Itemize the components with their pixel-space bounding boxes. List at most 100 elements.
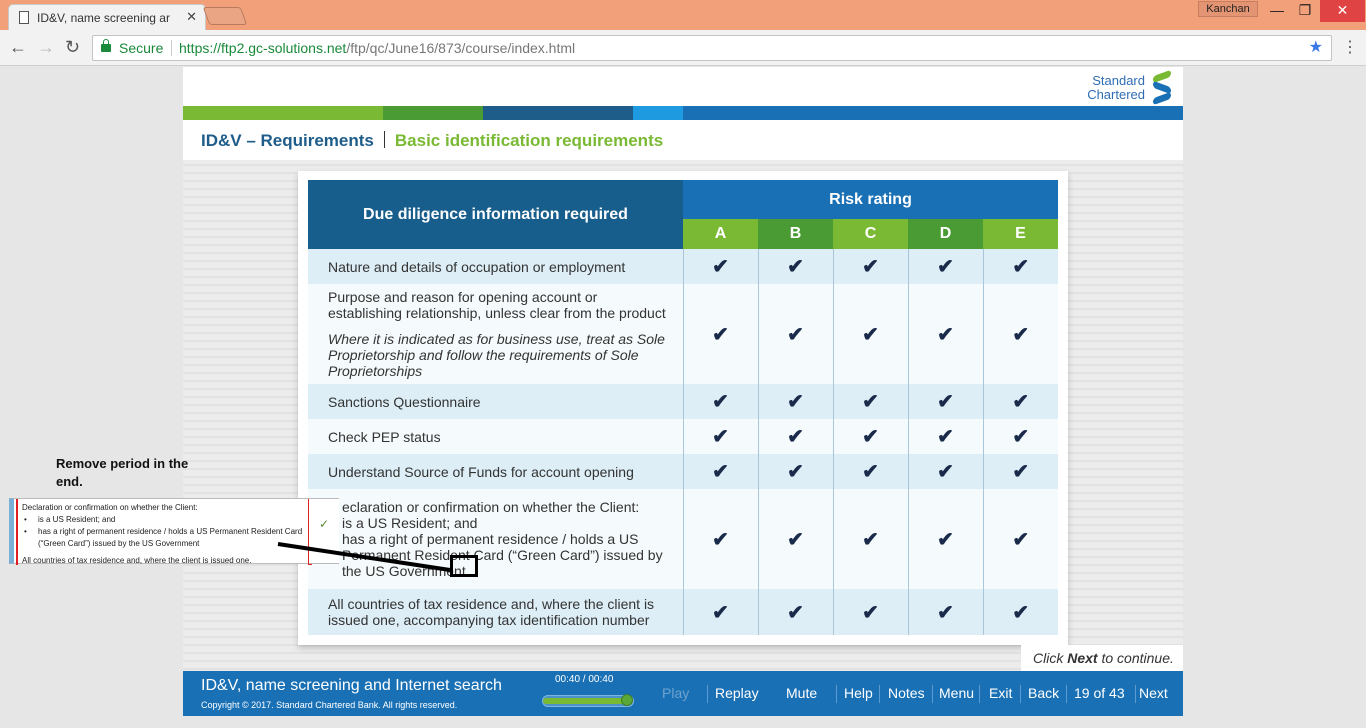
browser-toolbar: ← → ↻ Secure https://ftp2.gc-solutions.n…	[0, 30, 1366, 66]
check-icon: ✔	[757, 589, 833, 635]
rating-c: C	[833, 219, 908, 249]
check-icon: ✔	[832, 249, 908, 284]
table-row: Understand Source of Funds for account o…	[308, 454, 1058, 489]
check-icon: ✔	[757, 284, 833, 384]
secure-label: Secure	[119, 40, 164, 56]
check-icon: ✔	[682, 419, 758, 454]
rating-b: B	[758, 219, 833, 249]
check-icon: ✔	[757, 419, 833, 454]
check-icon: ✔	[982, 454, 1058, 489]
table-row: All countries of tax residence and, wher…	[308, 589, 1058, 635]
check-icon: ✔	[907, 589, 983, 635]
check-icon: ✔	[682, 454, 758, 489]
check-icon: ✔	[682, 384, 758, 419]
check-icon: ✔	[682, 284, 758, 384]
brand-stripe	[183, 106, 383, 120]
document-icon	[19, 11, 29, 24]
check-icon: ✔	[982, 489, 1058, 589]
due-diligence-table: Due diligence information required Risk …	[308, 180, 1058, 635]
click-next-hint: Click Next to continue.	[1021, 645, 1183, 671]
check-icon: ✔	[757, 249, 833, 284]
check-icon: ✔	[832, 489, 908, 589]
player-footer: ID&V, name screening and Internet search…	[183, 671, 1183, 716]
minimize-icon[interactable]: —	[1262, 0, 1292, 22]
content-panel: Due diligence information required Risk …	[298, 171, 1068, 645]
check-icon: ✔	[982, 249, 1058, 284]
check-icon: ✔	[757, 384, 833, 419]
exit-button[interactable]: Exit	[989, 685, 1012, 701]
close-window-icon[interactable]: ✕	[1320, 0, 1365, 22]
browser-titlebar: ID&V, name screening ar ✕ Kanchan — ❐ ✕	[0, 0, 1366, 30]
logo-mark-icon	[1151, 69, 1173, 106]
rating-a: A	[683, 219, 758, 249]
check-icon: ✔	[757, 489, 833, 589]
check-icon: ✔	[907, 384, 983, 419]
table-row: Nature and details of occupation or empl…	[308, 249, 1058, 284]
copyright: Copyright © 2017. Standard Chartered Ban…	[201, 700, 458, 710]
tab-title: ID&V, name screening ar	[37, 10, 170, 25]
course-header: Standard Chartered ID&V – Requirements Bas…	[183, 67, 1183, 160]
snippet-check-icon: ✓	[309, 498, 339, 564]
breadcrumb-section: ID&V – Requirements	[201, 131, 374, 150]
play-button[interactable]: Play	[662, 685, 689, 701]
replay-button[interactable]: Replay	[715, 685, 759, 701]
restore-icon[interactable]: ❐	[1290, 0, 1320, 22]
check-icon: ✔	[682, 589, 758, 635]
standard-chartered-logo: Standard Chartered	[1087, 69, 1173, 106]
check-icon: ✔	[832, 384, 908, 419]
check-icon: ✔	[907, 419, 983, 454]
check-icon: ✔	[907, 454, 983, 489]
table-row: Sanctions Questionnaire ✔ ✔ ✔ ✔ ✔	[308, 384, 1058, 419]
table-row: Check PEP status ✔ ✔ ✔ ✔ ✔	[308, 419, 1058, 454]
course-title: ID&V, name screening and Internet search	[201, 677, 502, 694]
check-icon: ✔	[832, 454, 908, 489]
mute-button[interactable]: Mute	[786, 685, 817, 701]
highlight-box	[450, 555, 478, 577]
new-tab-button[interactable]	[202, 7, 248, 25]
check-icon: ✔	[982, 589, 1058, 635]
check-icon: ✔	[982, 419, 1058, 454]
review-comment: Remove period in the end.	[56, 456, 189, 489]
check-icon: ✔	[682, 489, 758, 589]
check-icon: ✔	[982, 284, 1058, 384]
check-icon: ✔	[682, 249, 758, 284]
progress-fill	[543, 698, 633, 704]
check-icon: ✔	[832, 284, 908, 384]
check-icon: ✔	[907, 249, 983, 284]
rating-e: E	[983, 219, 1058, 249]
check-icon: ✔	[907, 284, 983, 384]
lock-icon	[101, 39, 111, 52]
rating-d: D	[908, 219, 983, 249]
time-readout: 00:40 / 00:40	[555, 674, 614, 685]
check-icon: ✔	[982, 384, 1058, 419]
check-icon: ✔	[757, 454, 833, 489]
url-text: https://ftp2.gc-solutions.net/ftp/qc/Jun…	[179, 40, 576, 56]
next-button[interactable]: Next	[1139, 685, 1168, 701]
breadcrumb: ID&V – Requirements Basic identification …	[201, 131, 663, 151]
browser-tab[interactable]: ID&V, name screening ar ✕	[8, 4, 206, 30]
back-arrow-icon[interactable]: ←	[9, 37, 27, 58]
table-row: eclaration or confirmation on whether th…	[308, 489, 1058, 589]
check-icon: ✔	[832, 419, 908, 454]
annotation-snippet: Declaration or confirmation on whether t…	[9, 498, 312, 565]
notes-button[interactable]: Notes	[888, 685, 925, 701]
table-row: Purpose and reason for opening account o…	[308, 284, 1058, 384]
back-button[interactable]: Back	[1028, 685, 1059, 701]
menu-button[interactable]: Menu	[939, 685, 974, 701]
check-icon: ✔	[907, 489, 983, 589]
progress-handle[interactable]	[621, 694, 633, 706]
course-player: Standard Chartered ID&V – Requirements Bas…	[183, 67, 1183, 716]
breadcrumb-page: Basic identification requirements	[394, 131, 664, 150]
table-header-risk-rating: Risk rating	[683, 180, 1058, 219]
help-button[interactable]: Help	[844, 685, 873, 701]
close-tab-icon[interactable]: ✕	[186, 9, 197, 25]
check-icon: ✔	[832, 589, 908, 635]
address-bar[interactable]: Secure https://ftp2.gc-solutions.net/ftp…	[92, 35, 1332, 61]
forward-arrow-icon[interactable]: →	[37, 37, 55, 58]
browser-menu-icon[interactable]: ⋮	[1342, 37, 1358, 57]
user-profile-badge[interactable]: Kanchan	[1198, 1, 1258, 17]
progress-slider[interactable]	[542, 694, 634, 707]
bookmark-star-icon[interactable]: ★	[1309, 36, 1323, 60]
table-header-requirement: Due diligence information required	[308, 180, 683, 249]
reload-icon[interactable]: ↻	[65, 37, 80, 58]
